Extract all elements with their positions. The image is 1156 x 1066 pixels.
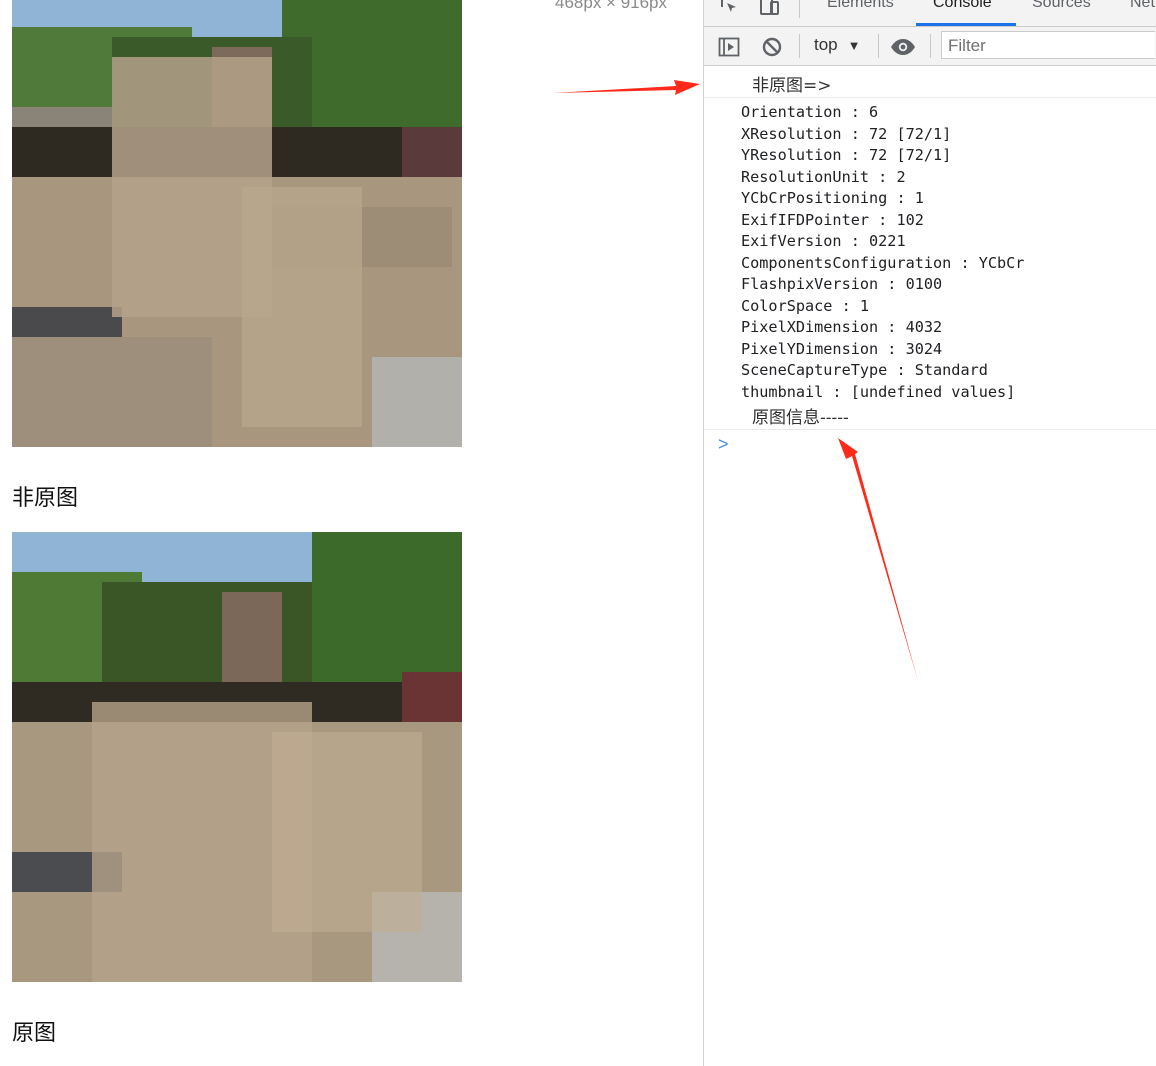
exif-entry: ExifIFDPointer : 102 — [741, 210, 924, 229]
tab-network[interactable]: Net — [1130, 0, 1155, 12]
console-filter-input[interactable]: Filter — [941, 31, 1155, 59]
exif-entry: Orientation : 6 — [741, 103, 879, 121]
exif-entry: YCbCrPositioning : 1 — [741, 189, 924, 207]
exif-entry: PixelXDimension : 4032 — [741, 318, 943, 336]
photo-top-image — [12, 0, 462, 447]
console-log-header: 非原图=> — [752, 76, 832, 96]
dropdown-caret-icon: ▼ — [847, 38, 861, 53]
console-row-divider-2 — [704, 429, 1156, 430]
viewport-dimension-label: 468px × 916px — [555, 0, 668, 12]
console-toolbar: top ▼ Filter — [704, 27, 1156, 66]
context-selector-label: top — [814, 35, 838, 54]
page-viewport: 468px × 916px 非原图 原图 — [0, 0, 703, 1066]
devtools-tabbar: Elements Console Sources Net — [704, 0, 1156, 27]
photo-bottom-image — [12, 532, 462, 982]
exif-entry: thumbnail : [undefined values] — [741, 382, 1016, 401]
toolbar-divider-3 — [930, 34, 931, 58]
exif-entry: SceneCaptureType : Standard — [741, 361, 988, 379]
device-toolbar-icon[interactable] — [759, 0, 781, 16]
tab-console[interactable]: Console — [933, 0, 992, 12]
live-expression-eye-icon[interactable] — [890, 36, 916, 58]
exif-entry: XResolution : 72 [72/1] — [741, 124, 952, 143]
console-row-divider — [704, 97, 1156, 98]
caption-original: 原图 — [12, 1021, 57, 1046]
tabbar-divider — [799, 0, 800, 18]
sidebar-toggle-icon[interactable] — [718, 36, 740, 58]
photo-top — [12, 0, 462, 447]
exif-entry: PixelYDimension : 3024 — [741, 339, 943, 358]
toolbar-divider — [799, 34, 800, 58]
active-tab-indicator — [916, 23, 1016, 26]
tab-sources[interactable]: Sources — [1032, 0, 1091, 12]
exif-entry: ResolutionUnit : 2 — [741, 167, 906, 186]
exif-entry: ColorSpace : 1 — [741, 296, 870, 315]
console-log-footer: 原图信息----- — [752, 408, 849, 428]
caption-non-original: 非原图 — [12, 486, 79, 511]
inspect-element-icon[interactable] — [718, 0, 740, 16]
photo-bottom — [12, 532, 462, 982]
context-selector[interactable]: top ▼ — [814, 35, 861, 55]
devtools-panel: Elements Console Sources Net top ▼ Filter… — [703, 0, 1156, 1066]
exif-entry: FlashpixVersion : 0100 — [741, 275, 943, 293]
clear-console-icon[interactable] — [761, 36, 783, 58]
tab-elements[interactable]: Elements — [827, 0, 894, 12]
exif-entry: YResolution : 72 [72/1] — [741, 146, 952, 164]
exif-entry: ComponentsConfiguration : YCbCr — [741, 253, 1025, 272]
exif-entry: ExifVersion : 0221 — [741, 232, 906, 250]
toolbar-divider-2 — [878, 34, 879, 58]
console-prompt-chevron-icon[interactable]: > — [718, 434, 729, 455]
